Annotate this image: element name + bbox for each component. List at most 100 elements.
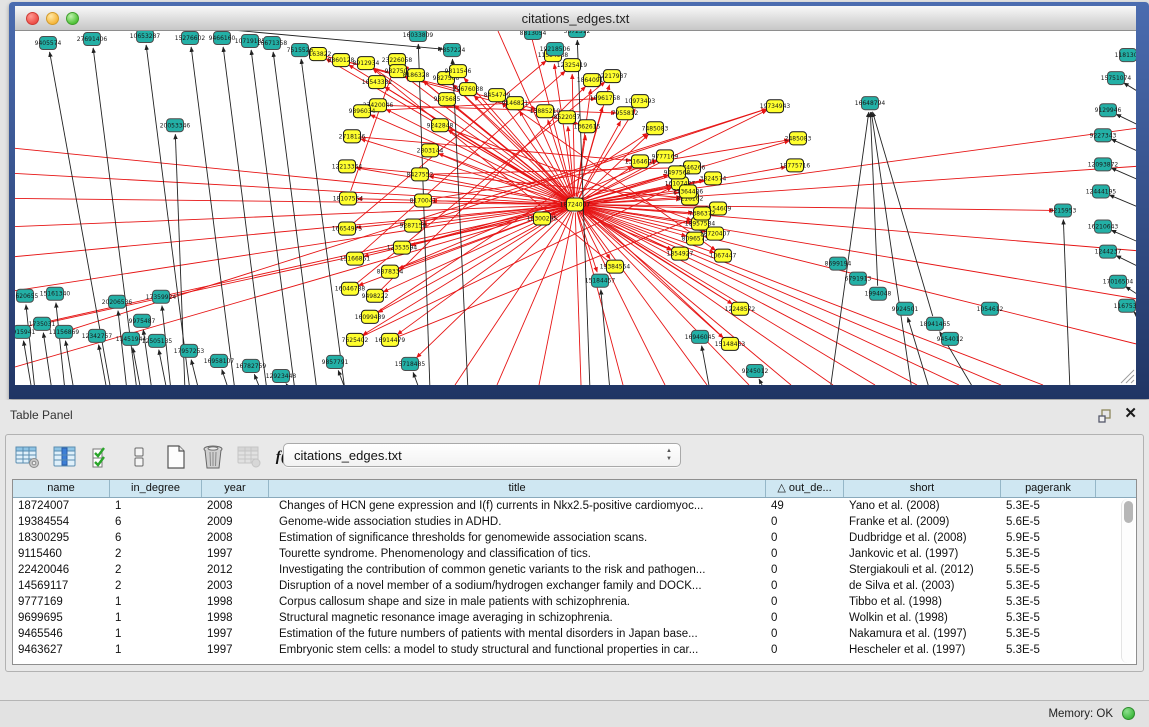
graph-node[interactable]: 17359924	[146, 290, 177, 303]
graph-node[interactable]: 8427552	[407, 168, 434, 181]
scrollbar-thumb[interactable]	[1124, 501, 1133, 523]
new-document-icon[interactable]	[162, 443, 190, 471]
graph-node[interactable]: 18775716	[780, 159, 811, 172]
show-column-button[interactable]	[51, 443, 79, 471]
graph-node[interactable]: 16099489	[355, 310, 386, 323]
vertical-scrollbar[interactable]	[1121, 499, 1134, 663]
unselect-rows-button[interactable]	[125, 443, 153, 471]
table-select-dropdown[interactable]: citations_edges.txt ▲▼	[283, 443, 681, 467]
memory-status-icon[interactable]	[1122, 707, 1135, 720]
network-canvas[interactable]: 1872400791638228860128891293423226058982…	[15, 31, 1136, 385]
graph-node[interactable]: 15148453	[715, 337, 746, 350]
graph-node[interactable]: 12505135	[142, 334, 173, 347]
select-all-check-button[interactable]	[88, 443, 116, 471]
delete-table-button-disabled[interactable]	[236, 443, 264, 471]
svg-text:9242848: 9242848	[427, 122, 454, 129]
graph-node[interactable]: 1054612	[977, 302, 1004, 315]
table-settings-button[interactable]	[14, 443, 42, 471]
table-row[interactable]: 1456911722003Disruption of a novel membe…	[13, 578, 1136, 594]
graph-node[interactable]: 6791913	[845, 272, 872, 285]
graph-node[interactable]: 15276602	[175, 32, 206, 45]
graph-node[interactable]: 17016504	[1103, 275, 1134, 288]
graph-node[interactable]: 20053346	[160, 119, 191, 132]
graph-node[interactable]: 1181304	[1115, 49, 1136, 62]
column-header-pagerank[interactable]: pagerank	[1001, 480, 1096, 497]
table-row[interactable]: 1872400712008Changes of HCN gene express…	[13, 498, 1136, 514]
graph-node[interactable]: 19384554	[600, 260, 631, 273]
graph-node[interactable]: 16782759	[236, 359, 267, 372]
graph-node[interactable]: 7857224	[439, 44, 466, 57]
graph-node[interactable]: 16033809	[403, 31, 434, 42]
graph-node[interactable]: 15718485	[395, 357, 426, 370]
graph-node[interactable]: 9975487	[129, 314, 156, 327]
graph-node[interactable]: 27691406	[77, 33, 108, 46]
table-row[interactable]: 911546021997Tourette syndrome. Phenomeno…	[13, 546, 1136, 562]
graph-node[interactable]: 15161340	[40, 287, 71, 300]
graph-node[interactable]: 5572312	[564, 31, 591, 38]
table-row[interactable]: 1830029562008Estimation of significance …	[13, 530, 1136, 546]
column-header-out_degree[interactable]: △ out_de...	[766, 480, 844, 497]
graph-node[interactable]: 9857791	[322, 355, 349, 368]
column-header-short[interactable]: short	[844, 480, 1001, 497]
table-row[interactable]: 946554611997Estimation of the future num…	[13, 626, 1136, 642]
graph-node[interactable]: 16961758	[590, 92, 621, 105]
table-panel-header: Table Panel ✕	[0, 400, 1149, 430]
graph-node[interactable]: 17957253	[174, 344, 205, 357]
graph-node[interactable]: 18941465	[920, 317, 951, 330]
graph-node[interactable]: 1167533	[1114, 299, 1136, 312]
graph-node[interactable]: 15751074	[1101, 72, 1132, 85]
graph-node[interactable]: 12923448	[266, 369, 297, 382]
graph-node[interactable]: 3824574	[700, 172, 727, 185]
graph-node[interactable]: 1067447	[710, 249, 737, 262]
resize-grip-icon[interactable]	[1121, 370, 1134, 383]
graph-node[interactable]: 7485083	[642, 122, 669, 135]
column-header-name[interactable]: name	[13, 480, 110, 497]
table-row[interactable]: 946362711997Embryonic stem cells: a mode…	[13, 642, 1136, 658]
graph-node[interactable]: 20206536	[102, 295, 133, 308]
zoom-window-button[interactable]	[66, 12, 79, 25]
graph-node[interactable]: 9405574	[35, 37, 62, 50]
graph-node[interactable]: 16958107	[204, 354, 235, 367]
graph-node[interactable]: 8878334	[377, 265, 404, 278]
table-row[interactable]: 969969511998Structural magnetic resonanc…	[13, 610, 1136, 626]
graph-node[interactable]: 9242848	[427, 119, 454, 132]
table-row[interactable]: 977716911998Corpus callosum shape and si…	[13, 594, 1136, 610]
column-header-in_degree[interactable]: in_degree	[110, 480, 202, 497]
close-window-button[interactable]	[26, 12, 39, 25]
graph-node[interactable]: 12248572	[725, 302, 756, 315]
network-graph[interactable]: 1872400791638228860128891293423226058982…	[15, 31, 1136, 385]
graph-node[interactable]: 9215953	[1050, 204, 1077, 217]
graph-node[interactable]: 1994048	[865, 287, 892, 300]
graph-node[interactable]: 2803144	[417, 144, 444, 157]
graph-node[interactable]: 9466160	[209, 32, 236, 45]
column-header-year[interactable]: year	[202, 480, 269, 497]
graph-node[interactable]: 8860128	[328, 54, 355, 67]
delete-trash-icon[interactable]	[199, 443, 227, 471]
table-row[interactable]: 2242004622012Investigating the contribut…	[13, 562, 1136, 578]
graph-node[interactable]: 7955812	[612, 107, 639, 120]
graph-node[interactable]: 29676038	[453, 83, 484, 96]
graph-node[interactable]: 19734943	[760, 100, 791, 113]
graph-node[interactable]: 16654975	[332, 222, 363, 235]
column-header-title[interactable]: title	[269, 480, 766, 497]
graph-node[interactable]: 10973493	[625, 95, 656, 108]
table-row[interactable]: 1938455462009Genome-wide association stu…	[13, 514, 1136, 530]
close-panel-icon[interactable]: ✕	[1124, 406, 1137, 422]
graph-node[interactable]: 2485083	[785, 132, 812, 145]
graph-node[interactable]: 9245012	[742, 364, 769, 377]
svg-text:19384554: 19384554	[600, 264, 631, 271]
graph-node[interactable]: 9454012	[937, 332, 964, 345]
graph-node[interactable]: 16946045	[685, 330, 716, 343]
graph-node[interactable]: 8813054	[520, 31, 547, 40]
graph-node[interactable]: 9924501	[892, 302, 919, 315]
graph-node[interactable]: 18107554	[333, 192, 364, 205]
graph-node[interactable]: 8912934	[353, 57, 380, 70]
graph-node[interactable]: 9875685	[434, 93, 461, 106]
float-panel-icon[interactable]	[1097, 408, 1113, 424]
graph-node[interactable]: 2620655	[15, 289, 39, 302]
graph-node[interactable]: 16648794	[855, 97, 886, 110]
minimize-window-button[interactable]	[46, 12, 59, 25]
window-titlebar[interactable]: citations_edges.txt	[15, 6, 1136, 31]
graph-node[interactable]: 10653287	[130, 31, 161, 43]
graph-node[interactable]: 2718126	[339, 130, 366, 143]
